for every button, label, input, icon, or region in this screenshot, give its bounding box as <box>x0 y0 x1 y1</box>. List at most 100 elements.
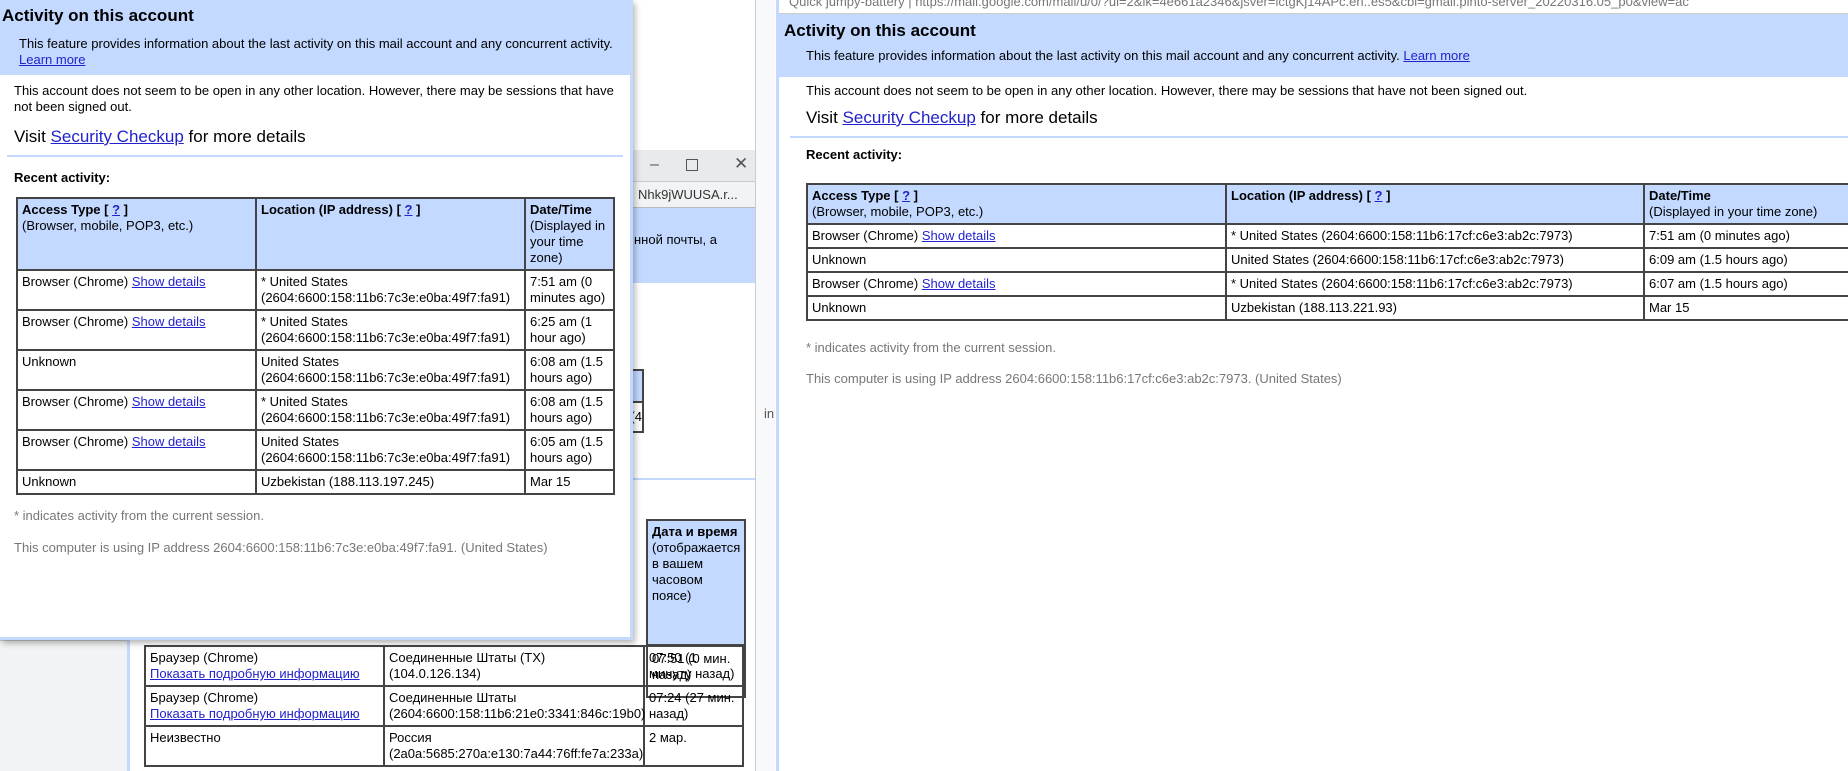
datetime-cell: 07:24 (27 мин. назад) <box>643 685 744 727</box>
header-access-type: Access Type [ ? ] (Browser, mobile, POP3,… <box>806 183 1227 225</box>
show-details-link[interactable]: Показать подробную информацию <box>150 666 360 681</box>
learn-more-link[interactable]: Learn more <box>1403 48 1469 63</box>
location-cell: * United States (2604:6600:158:11b6:7c3e… <box>255 309 526 351</box>
header-location: Location (IP address) [ ? ] <box>255 197 526 271</box>
url-bar[interactable]: https://mail.google.com/mail/u/0/?ui=2&i… <box>915 0 1689 9</box>
location-cell: United States (2604:6600:158:11b6:17cf:c… <box>1225 247 1645 273</box>
datetime-cell: 7:51 am (0 minutes ago) <box>524 269 615 311</box>
middle-titlebar: – ✕ <box>630 150 770 182</box>
middle-divider <box>630 478 760 480</box>
table-row: Unknown United States (2604:6600:158:11b6… <box>16 349 615 391</box>
location-cell: United States (2604:6600:158:11b6:7c3e:e… <box>255 429 526 471</box>
security-checkup-link[interactable]: Security Checkup <box>843 108 976 127</box>
table-row: Browser (Chrome) Show details * United St… <box>806 223 1848 249</box>
learn-more-link[interactable]: Learn more <box>19 52 85 67</box>
background-desktop <box>0 640 130 771</box>
datetime-cell: 6:05 am (1.5 hours ago) <box>524 429 615 471</box>
table-row: Browser (Chrome) Show details United Stat… <box>16 429 615 471</box>
location-cell: Соединенные Штаты (TX) (104.0.126.134) <box>383 645 645 687</box>
visit-suffix: for more details <box>980 108 1098 127</box>
location-cell: * United States (2604:6600:158:11b6:17cf… <box>1225 223 1645 249</box>
location-help-link[interactable]: ? <box>1375 188 1383 203</box>
background-window-edge <box>755 0 775 771</box>
recent-activity-label: Recent activity: <box>14 170 111 185</box>
location-cell: * United States (2604:6600:158:11b6:7c3e… <box>255 389 526 431</box>
visit-prefix: Visit <box>14 127 46 146</box>
header-datetime: Date/Time (Displayed in your time zone) <box>1643 183 1848 225</box>
page-title: Activity on this account <box>2 6 194 25</box>
intro-label: This feature provides information about … <box>806 48 1400 63</box>
access-type-cell: Browser (Chrome) Show details <box>806 223 1227 249</box>
table-row: Browser (Chrome) Show details * United St… <box>16 389 615 431</box>
recent-activity-label: Recent activity: <box>806 147 903 162</box>
table-row: Browser (Chrome) Show details * United St… <box>806 271 1848 297</box>
datetime-cell: 6:07 am (1.5 hours ago) <box>1643 271 1848 297</box>
header-datetime-label: Дата и время <box>652 524 738 539</box>
header-datetime-sub: (отображается в вашем часовом поясе) <box>652 540 741 603</box>
background-text-fragment: in <box>764 406 775 421</box>
access-type-cell: Browser (Chrome) Show details <box>16 269 257 311</box>
window-titlebar: Quick jumpy-battery | https://mail.googl… <box>779 0 1848 14</box>
access-type-cell: Browser (Chrome) Show details <box>16 389 257 431</box>
show-details-link[interactable]: Показать подробную информацию <box>150 706 360 721</box>
access-type-cell: Unknown <box>16 349 257 391</box>
location-cell: United States (2604:6600:158:11b6:7c3e:e… <box>255 349 526 391</box>
middle-header-band: нной почты, а <box>630 208 770 283</box>
header-location: Location (IP address) [ ? ] <box>1225 183 1645 225</box>
intro-text: This feature provides information about … <box>19 36 630 68</box>
activity-window-right: Quick jumpy-battery | https://mail.googl… <box>776 0 1848 771</box>
access-type-cell: Browser (Chrome) Show details <box>16 309 257 351</box>
show-details-link[interactable]: Show details <box>132 314 206 329</box>
show-details-link[interactable]: Show details <box>132 274 206 289</box>
security-checkup-line: Visit Security Checkup for more details <box>14 127 630 147</box>
show-details-link[interactable]: Show details <box>922 276 996 291</box>
access-type-cell: Unknown <box>806 295 1227 321</box>
session-status: This account does not seem to be open in… <box>14 83 614 114</box>
activity-table: Access Type [ ? ] (Browser, mobile, POP3,… <box>806 183 1848 321</box>
middle-address-bar[interactable]: Nhk9jWUUSA.r... <box>630 182 770 208</box>
middle-header-datetime: Дата и время (отображается в вашем часов… <box>646 519 746 646</box>
popup-header: Activity on this account This feature pr… <box>0 0 630 75</box>
datetime-cell: Mar 15 <box>1643 295 1848 321</box>
access-type-cell: Browser (Chrome) Show details <box>806 271 1227 297</box>
ip-address-note: This computer is using IP address 2604:6… <box>806 371 1342 386</box>
close-icon[interactable]: ✕ <box>734 154 748 174</box>
activity-popup-left: Activity on this account This feature pr… <box>0 0 633 640</box>
datetime-cell: 6:08 am (1.5 hours ago) <box>524 389 615 431</box>
header-datetime: Date/Time (Displayed in your time zone) <box>524 197 615 271</box>
location-cell: * United States (2604:6600:158:11b6:7c3e… <box>255 269 526 311</box>
location-help-link[interactable]: ? <box>405 202 413 217</box>
datetime-cell: 07:50 (1 минуту назад) <box>643 645 744 687</box>
table-row: Unknown United States (2604:6600:158:11b6… <box>806 247 1848 273</box>
access-type-cell: Неизвестно <box>144 725 385 767</box>
maximize-icon[interactable] <box>686 159 698 171</box>
divider <box>790 136 1848 138</box>
show-details-link[interactable]: Show details <box>132 394 206 409</box>
minimize-icon[interactable]: – <box>650 156 659 174</box>
table-row: Browser (Chrome) Show details * United St… <box>16 269 615 311</box>
security-checkup-link[interactable]: Security Checkup <box>51 127 184 146</box>
location-cell: Соединенные Штаты (2604:6600:158:11b6:21… <box>383 685 645 727</box>
show-details-link[interactable]: Show details <box>132 434 206 449</box>
datetime-cell: 6:25 am (1 hour ago) <box>524 309 615 351</box>
datetime-cell: 7:51 am (0 minutes ago) <box>1643 223 1848 249</box>
access-type-cell: Browser (Chrome) Show details <box>16 429 257 471</box>
activity-table: Access Type [ ? ] (Browser, mobile, POP3,… <box>16 197 615 495</box>
window-header: Activity on this account This feature pr… <box>779 14 1848 77</box>
middle-activity-table: Браузер (Chrome) Показать подробную инфор… <box>144 645 744 767</box>
location-cell: Россия (2a0a:5685:270a:e130:7a44:76ff:fe… <box>383 725 645 767</box>
tab-title: Quick jumpy-battery <box>789 0 905 9</box>
location-cell: * United States (2604:6600:158:11b6:17cf… <box>1225 271 1645 297</box>
page-title: Activity on this account <box>784 21 976 40</box>
access-help-link[interactable]: ? <box>902 188 910 203</box>
current-session-footnote: * indicates activity from the current se… <box>806 340 1056 355</box>
table-row: Браузер (Chrome) Показать подробную инфор… <box>144 685 744 727</box>
header-access-type: Access Type [ ? ] (Browser, mobile, POP3,… <box>16 197 257 271</box>
security-checkup-line: Visit Security Checkup for more details <box>806 108 1848 128</box>
visit-prefix: Visit <box>806 108 838 127</box>
datetime-cell: 2 мар. <box>643 725 744 767</box>
show-details-link[interactable]: Show details <box>922 228 996 243</box>
access-help-link[interactable]: ? <box>112 202 120 217</box>
access-type-cell: Браузер (Chrome) Показать подробную инфор… <box>144 645 385 687</box>
location-cell: Uzbekistan (188.113.221.93) <box>1225 295 1645 321</box>
